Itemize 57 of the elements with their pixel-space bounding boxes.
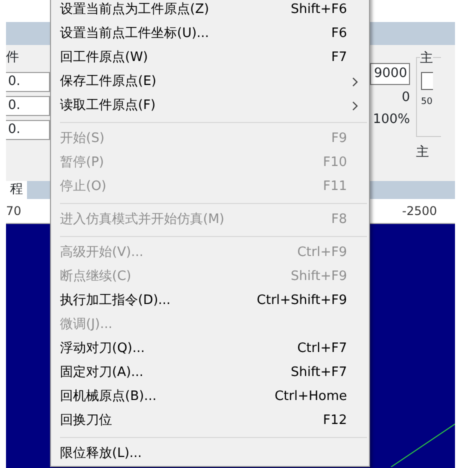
menu-item[interactable]: 设置当前点为工件原点(Z) Shift+F6: [51, 0, 369, 22]
menu-item[interactable]: 设置当前点工件坐标(U)... F6: [51, 22, 369, 46]
menu-item-label: 回工件原点(W): [60, 49, 149, 68]
menu-item-label: 限位释放(L)...: [60, 445, 143, 464]
shortcut-text: F8: [331, 211, 347, 230]
shortcut-text: Ctrl+Shift+F9: [256, 292, 347, 310]
field-label: 件: [6, 49, 20, 67]
menu-item-label: 暂停(P): [60, 154, 105, 172]
shortcut-text: Shift+F6: [290, 1, 347, 20]
input-field[interactable]: 0.: [6, 120, 50, 140]
menu-item[interactable]: 回机械原点(B)... Ctrl+Home: [51, 385, 369, 409]
menu-item[interactable]: 回换刀位 F12: [51, 409, 369, 433]
tab[interactable]: 程: [6, 181, 27, 199]
menu-item-label: 停止(O): [60, 178, 108, 196]
input-field[interactable]: 0.: [6, 96, 50, 116]
menu-item[interactable]: 浮动对刀(Q)... Ctrl+F7: [51, 337, 369, 361]
shortcut-text: F9: [331, 130, 347, 148]
menu-item-label: 保存工件原点(E): [60, 73, 158, 92]
menu-item[interactable]: 限位释放(L)...: [51, 442, 369, 466]
menu-item-label: 高级开始(V)...: [60, 244, 144, 262]
menu-item-label: 固定对刀(A)...: [60, 364, 144, 382]
reading-text: 0: [402, 88, 410, 106]
menu-item-label: 读取工件原点(F): [60, 97, 157, 116]
menu-item-label: 进入仿真模式并开始仿真(M): [60, 211, 226, 230]
shortcut-text: Ctrl+F7: [297, 340, 347, 358]
shortcut-text: F6: [331, 25, 347, 44]
menu-item-label: 浮动对刀(Q)...: [60, 340, 146, 358]
menu-item[interactable]: 回工件原点(W) F7: [51, 46, 369, 70]
shortcut-text: F10: [322, 154, 347, 172]
menu-item-label: 回换刀位: [60, 412, 113, 430]
menu-item-label: 设置当前点工件坐标(U)...: [60, 25, 210, 44]
axis-line: [390, 424, 455, 467]
menu-item[interactable]: 执行加工指令(D)... Ctrl+Shift+F9: [51, 289, 369, 313]
value-field[interactable]: 9000: [370, 63, 410, 84]
field-label: 主: [416, 144, 430, 162]
shortcut-text: F7: [331, 49, 347, 68]
menu-item-label: 开始(S): [60, 130, 106, 148]
menu-item-label: 设置当前点为工件原点(Z): [60, 1, 210, 20]
menu-item-label: 断点继续(C): [60, 268, 132, 286]
menu-item[interactable]: 读取工件原点(F): [51, 94, 369, 118]
reading-text: 100%: [372, 111, 410, 129]
input-field[interactable]: 0.: [6, 72, 50, 92]
menu-item[interactable]: 保存工件原点(E): [51, 70, 369, 94]
shortcut-text: Ctrl+F9: [297, 244, 347, 262]
menu-item-label: 回机械原点(B)...: [60, 388, 158, 406]
menu-item-label: 执行加工指令(D)...: [60, 292, 172, 310]
menu-item[interactable]: 固定对刀(A)... Shift+F7: [51, 361, 369, 385]
ruler-label: -2500: [402, 203, 437, 220]
shortcut-text: F11: [322, 178, 347, 196]
shortcut-text: Ctrl+Home: [274, 388, 347, 406]
checkbox[interactable]: [421, 72, 433, 90]
shortcut-text: F12: [322, 412, 347, 430]
shortcut-text: Shift+F9: [290, 268, 347, 286]
shortcut-text: Shift+F7: [290, 364, 347, 382]
ruler-label: 70: [6, 203, 22, 220]
scale-label: 50: [421, 96, 434, 109]
menu-item-label: 微调(J)...: [60, 316, 114, 334]
